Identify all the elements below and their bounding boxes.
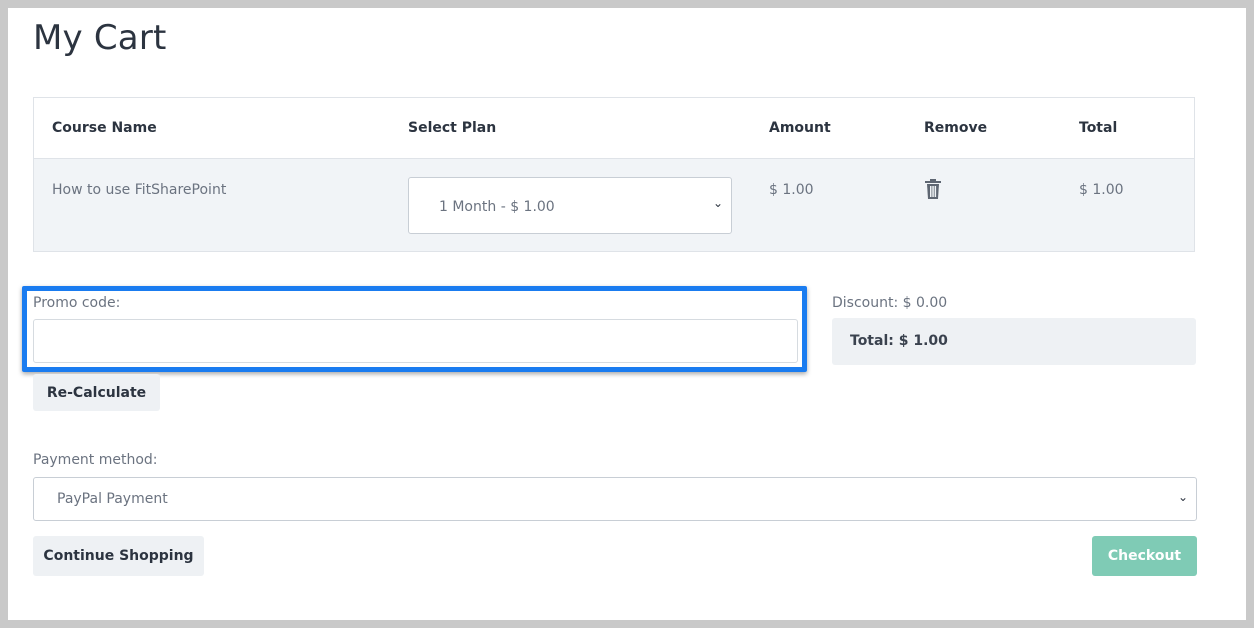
discount-text: Discount: $ 0.00	[832, 295, 948, 311]
chevron-down-icon: ⌄	[1177, 490, 1188, 504]
plan-select-value: 1 Month - $ 1.00	[439, 199, 555, 215]
row-total: $ 1.00	[1079, 182, 1124, 198]
table-header: Course Name Select Plan Amount Remove To…	[34, 98, 1194, 159]
header-select-plan: Select Plan	[408, 120, 497, 136]
table-row: How to use FitSharePoint 1 Month - $ 1.0…	[34, 159, 1194, 251]
cart-table: Course Name Select Plan Amount Remove To…	[33, 97, 1195, 252]
continue-shopping-button[interactable]: Continue Shopping	[33, 536, 204, 576]
cart-page: My Cart Course Name Select Plan Amount R…	[8, 8, 1246, 620]
total-text: Total: $ 1.00	[850, 333, 948, 349]
payment-method-value: PayPal Payment	[57, 491, 168, 507]
header-amount: Amount	[769, 120, 831, 136]
plan-select[interactable]: 1 Month - $ 1.00 ⌄	[408, 177, 732, 234]
recalculate-button[interactable]: Re-Calculate	[33, 374, 160, 411]
row-amount: $ 1.00	[769, 182, 814, 198]
checkout-button[interactable]: Checkout	[1092, 536, 1197, 576]
payment-method-label: Payment method:	[33, 452, 158, 468]
header-remove: Remove	[924, 120, 988, 136]
payment-method-select[interactable]: PayPal Payment ⌄	[33, 477, 1197, 521]
course-name: How to use FitSharePoint	[52, 182, 227, 198]
page-title: My Cart	[33, 18, 167, 58]
total-box: Total: $ 1.00	[832, 318, 1196, 365]
header-total: Total	[1079, 120, 1118, 136]
header-course-name: Course Name	[52, 120, 157, 136]
highlight-box	[22, 286, 807, 372]
chevron-down-icon: ⌄	[712, 196, 723, 210]
trash-icon[interactable]	[923, 178, 943, 200]
